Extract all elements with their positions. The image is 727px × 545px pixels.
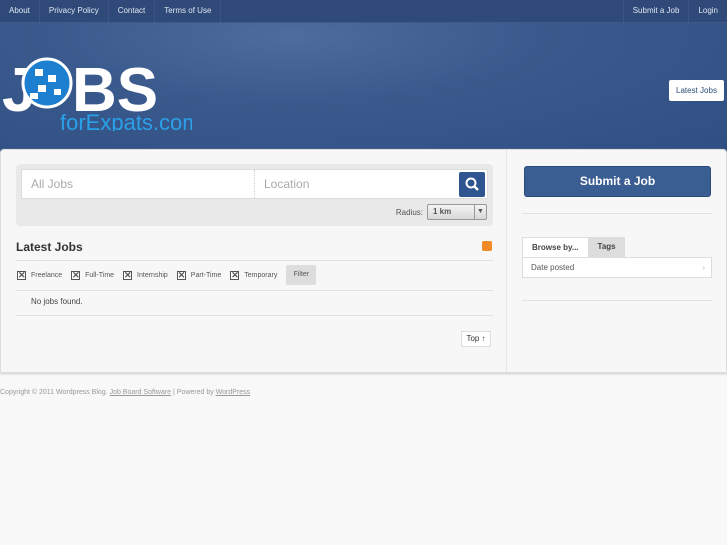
footer-separator: | Powered by [171, 389, 216, 396]
checkbox-icon: ✕ [71, 269, 81, 280]
nav-submit-job[interactable]: Submit a Job [622, 0, 689, 22]
filter-part-time[interactable]: ✕ Part-Time [176, 269, 222, 280]
radius-label: Radius: [395, 207, 423, 217]
filter-label: Part-Time [190, 271, 222, 279]
checkbox-icon: ✕ [176, 269, 186, 280]
back-to-top-button[interactable]: Top ↑ [461, 331, 491, 347]
footer: Copyright © 2011 Wordpress Blog. Job Boa… [0, 389, 250, 396]
nav-about[interactable]: About [0, 0, 40, 22]
nav-terms-of-use[interactable]: Terms of Use [155, 0, 222, 22]
divider [522, 300, 712, 301]
rss-icon[interactable] [482, 241, 492, 251]
tab-browse-by[interactable]: Browse by... [522, 237, 589, 257]
svg-text:forExpats.com: forExpats.com [60, 110, 192, 131]
copyright: Copyright © 2011 Wordpress Blog. [0, 389, 108, 396]
filter-full-time[interactable]: ✕ Full-Time [71, 269, 115, 280]
chevron-down-icon: ▼ [474, 205, 486, 219]
tab-tags[interactable]: Tags [588, 237, 625, 257]
search-button[interactable] [459, 172, 485, 197]
main-column: All Jobs Location Radius: 1 km ▼ Latest J… [1, 150, 507, 372]
checkbox-icon: ✕ [123, 269, 133, 280]
job-search-input[interactable]: All Jobs [22, 170, 255, 198]
divider [16, 315, 493, 316]
empty-message: No jobs found. [31, 297, 83, 306]
nav-contact[interactable]: Contact [109, 0, 156, 22]
top-nav: About Privacy Policy Contact Terms of Us… [0, 0, 727, 23]
browse-date-posted[interactable]: Date posted › [522, 257, 712, 278]
location-input[interactable]: Location [255, 170, 487, 198]
submit-job-button[interactable]: Submit a Job [524, 166, 711, 197]
checkbox-icon: ✕ [230, 269, 240, 280]
filter-internship[interactable]: ✕ Internship [123, 269, 168, 280]
filter-label: Full-Time [85, 271, 115, 279]
chevron-right-icon: › [702, 263, 705, 272]
content-card: All Jobs Location Radius: 1 km ▼ Latest J… [0, 149, 727, 373]
filter-label: Temporary [244, 271, 278, 279]
latest-jobs-button[interactable]: Latest Jobs [669, 80, 724, 101]
radius-select[interactable]: 1 km ▼ [427, 204, 487, 220]
radius-value: 1 km [433, 207, 452, 216]
divider [522, 213, 712, 214]
divider [16, 290, 493, 291]
job-board-software-link[interactable]: Job Board Software [110, 389, 171, 396]
nav-privacy-policy[interactable]: Privacy Policy [40, 0, 109, 22]
search-form: All Jobs Location Radius: 1 km ▼ [16, 164, 493, 226]
header: J BS forExpats.com Latest Jobs [0, 23, 727, 153]
sidebar: Submit a Job Browse by... Tags Date post… [507, 150, 727, 372]
checkbox-icon: ✕ [17, 269, 26, 280]
search-icon [465, 177, 479, 191]
item-label: Date posted [531, 263, 575, 272]
site-logo[interactable]: J BS forExpats.com [2, 53, 192, 131]
filter-label: Internship [137, 271, 168, 279]
job-type-filters: ✕ Freelance ✕ Full-Time ✕ Internship ✕ Part-… [17, 265, 317, 285]
filter-temporary[interactable]: ✕ Temporary [230, 269, 278, 280]
filter-label: Freelance [31, 271, 63, 279]
filter-button[interactable]: Filter [286, 265, 317, 285]
nav-login[interactable]: Login [688, 0, 727, 22]
filter-freelance[interactable]: ✕ Freelance [17, 269, 63, 280]
wordpress-link[interactable]: WordPress [216, 389, 251, 396]
divider [16, 260, 493, 261]
section-title: Latest Jobs [16, 240, 83, 254]
